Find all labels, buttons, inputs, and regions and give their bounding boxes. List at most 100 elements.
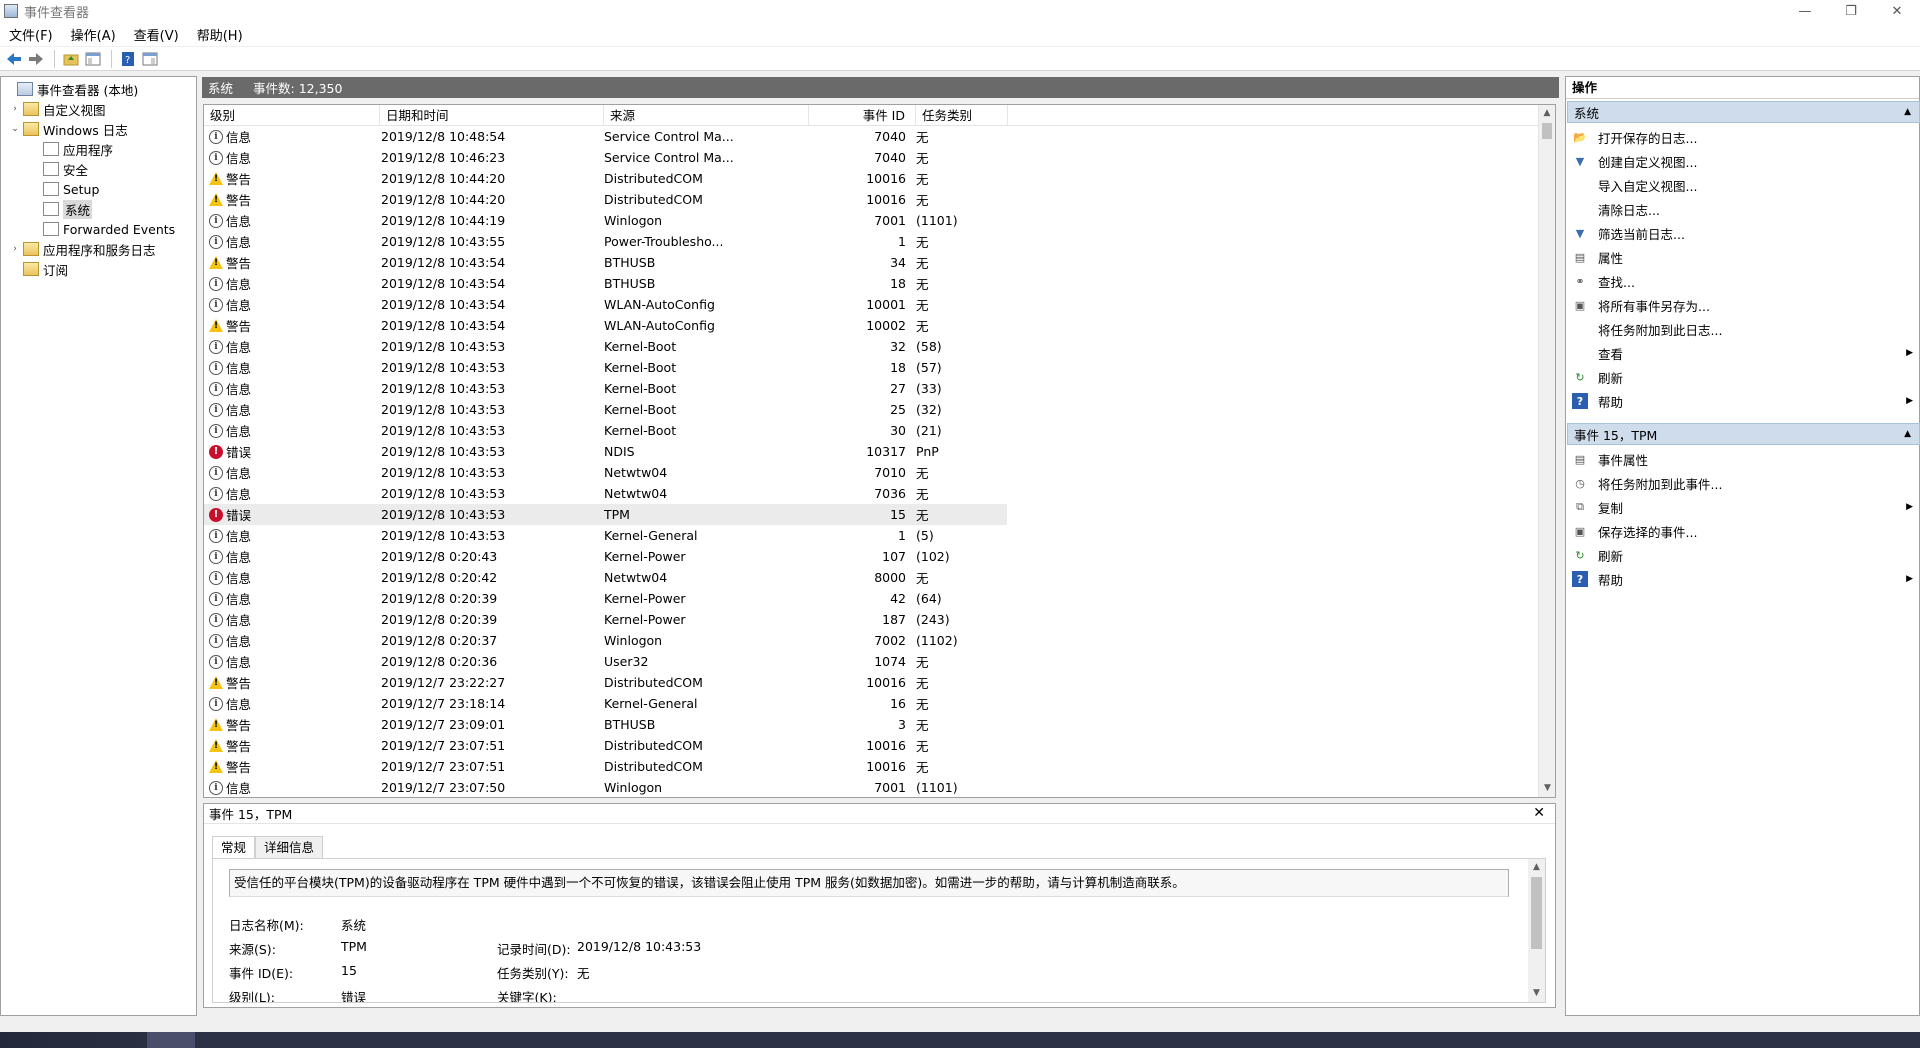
table-row[interactable]: i 信息 2019/12/8 10:43:53 Kernel-Boot 18 (57) [204,357,1540,378]
tree-item-application[interactable]: 应用程序 [29,139,113,159]
help-button[interactable]: ? [118,49,138,69]
column-header-level[interactable]: 级别 [204,105,380,126]
tree-item-setup[interactable]: Setup [29,179,99,199]
table-row[interactable]: i 信息 2019/12/8 10:43:54 BTHUSB 18 无 [204,273,1540,294]
column-header-task-category[interactable]: 任务类别 [916,105,1008,126]
table-row[interactable]: i 信息 2019/12/8 10:44:19 Winlogon 7001 (1101) [204,210,1540,231]
show-hide-tree-button[interactable] [83,49,103,69]
action-item[interactable]: ↻ 刷新 [1566,543,1919,567]
restore-button[interactable]: ❐ [1828,0,1874,22]
table-row[interactable]: i 信息 2019/12/8 10:43:53 Kernel-Boot 25 (32) [204,399,1540,420]
tree-item-subscriptions[interactable]: 订阅 [9,259,68,279]
show-action-pane-button[interactable] [140,49,160,69]
action-item[interactable]: ↻ 刷新 [1566,365,1919,389]
table-row[interactable]: ! 警告 2019/12/7 23:22:27 DistributedCOM 10016… [204,672,1540,693]
tree-item-app-service-logs[interactable]: › 应用程序和服务日志 [9,239,156,259]
table-row[interactable]: ! 错误 2019/12/8 10:43:53 NDIS 10317 PnP [204,441,1540,462]
menu-action[interactable]: 操作(A) [62,25,125,44]
expand-chevron-icon[interactable]: › [9,104,21,114]
column-header-source[interactable]: 来源 [604,105,809,126]
action-item[interactable]: ▣ 将所有事件另存为... [1566,293,1919,317]
taskbar-active-app[interactable] [147,1032,195,1048]
table-row[interactable]: i 信息 2019/12/8 10:43:53 Kernel-Boot 27 (33) [204,378,1540,399]
scroll-up-arrow-icon[interactable]: ▲ [1528,859,1545,876]
close-button[interactable]: ✕ [1874,0,1920,22]
back-button[interactable] [4,49,24,69]
table-row[interactable]: i 信息 2019/12/8 10:43:53 Netwtw04 7010 无 [204,462,1540,483]
table-row[interactable]: i 信息 2019/12/8 10:46:23 Service Control Ma.… [204,147,1540,168]
scroll-up-arrow-icon[interactable]: ▲ [1539,105,1555,122]
menu-file[interactable]: 文件(F) [0,25,62,44]
action-item[interactable]: 📂 打开保存的日志... [1566,125,1919,149]
column-header-date[interactable]: 日期和时间 [380,105,604,126]
actions-section-event[interactable]: 事件 15，TPM ▲ [1567,423,1920,445]
actions-section-system[interactable]: 系统 ▲ [1567,101,1920,123]
action-item[interactable]: ⧉ 复制 ▶ [1566,495,1919,519]
table-row[interactable]: ! 警告 2019/12/7 23:07:51 DistributedCOM 10016… [204,756,1540,777]
scroll-down-arrow-icon[interactable]: ▼ [1528,985,1545,1002]
tab-general[interactable]: 常规 [212,836,256,858]
action-item[interactable]: ▼ 筛选当前日志... [1566,221,1919,245]
tree-item-forwarded-events[interactable]: Forwarded Events [29,219,175,239]
action-label: 导入自定义视图... [1598,178,1698,194]
forward-button[interactable] [26,49,46,69]
table-row[interactable]: ! 警告 2019/12/8 10:44:20 DistributedCOM 10016… [204,168,1540,189]
tab-details[interactable]: 详细信息 [255,836,324,858]
collapse-caret-icon[interactable]: ▲ [1904,429,1911,439]
expand-chevron-icon[interactable]: › [9,244,21,254]
table-row[interactable]: i 信息 2019/12/8 10:43:53 Kernel-Boot 30 (21) [204,420,1540,441]
action-item[interactable]: 将任务附加到此日志... [1566,317,1919,341]
action-item[interactable]: 查看 ▶ [1566,341,1919,365]
action-item[interactable]: ▤ 事件属性 [1566,447,1919,471]
table-row[interactable]: i 信息 2019/12/8 10:43:54 WLAN-AutoConfig 1000… [204,294,1540,315]
table-row[interactable]: ! 警告 2019/12/8 10:43:54 WLAN-AutoConfig 1000… [204,315,1540,336]
table-row[interactable]: i 信息 2019/12/8 0:20:43 Kernel-Power 107 (102) [204,546,1540,567]
table-row[interactable]: i 信息 2019/12/8 10:43:53 Netwtw04 7036 无 [204,483,1540,504]
tree-item-windows-logs[interactable]: ⌄ Windows 日志 [9,119,128,139]
table-row[interactable]: ! 警告 2019/12/8 10:44:20 DistributedCOM 10016… [204,189,1540,210]
action-item[interactable]: ⚭ 查找... [1566,269,1919,293]
table-row[interactable]: i 信息 2019/12/7 23:18:14 Kernel-General 16 无 [204,693,1540,714]
scrollbar-thumb[interactable] [1542,123,1552,139]
action-item[interactable]: ▣ 保存选择的事件... [1566,519,1919,543]
table-row[interactable]: i 信息 2019/12/7 23:07:50 Winlogon 7001 (1101) [204,777,1540,797]
table-row[interactable]: i 信息 2019/12/8 0:20:39 Kernel-Power 187 (243) [204,609,1540,630]
table-row[interactable]: i 信息 2019/12/8 0:20:37 Winlogon 7002 (1102) [204,630,1540,651]
table-row[interactable]: i 信息 2019/12/8 10:48:54 Service Control Ma.… [204,126,1540,147]
tree-item-security[interactable]: 安全 [29,159,88,179]
action-item[interactable]: ? 帮助 ▶ [1566,567,1919,591]
action-item[interactable]: ▤ 属性 [1566,245,1919,269]
action-item[interactable]: ? 帮助 ▶ [1566,389,1919,413]
action-item[interactable]: 导入自定义视图... [1566,173,1919,197]
table-row[interactable]: ! 错误 2019/12/8 10:43:53 TPM 15 无 [204,504,1007,525]
table-row[interactable]: i 信息 2019/12/8 0:20:42 Netwtw04 8000 无 [204,567,1540,588]
table-row[interactable]: i 信息 2019/12/8 10:43:55 Power-Troublesho...… [204,231,1540,252]
up-folder-button[interactable] [61,49,81,69]
action-item[interactable]: ◷ 将任务附加到此事件... [1566,471,1919,495]
tree-item-system[interactable]: 系统 [29,199,93,219]
event-description[interactable]: 受信任的平台模块(TPM)的设备驱动程序在 TPM 硬件中遇到一个不可恢复的错误… [229,869,1509,897]
action-item[interactable]: ▼ 创建自定义视图... [1566,149,1919,173]
table-row[interactable]: ! 警告 2019/12/8 10:43:54 BTHUSB 34 无 [204,252,1540,273]
collapse-chevron-icon[interactable]: ⌄ [9,124,21,134]
event-list-scrollbar[interactable]: ▲ ▼ [1538,105,1555,797]
action-item[interactable]: 清除日志... [1566,197,1919,221]
collapse-caret-icon[interactable]: ▲ [1904,107,1911,117]
scroll-down-arrow-icon[interactable]: ▼ [1539,780,1555,797]
detail-scrollbar[interactable]: ▲ ▼ [1528,859,1545,1002]
menu-help[interactable]: 帮助(H) [188,25,252,44]
table-row[interactable]: i 信息 2019/12/8 10:43:53 Kernel-General 1 (5) [204,525,1540,546]
table-row[interactable]: i 信息 2019/12/8 10:43:53 Kernel-Boot 32 (58) [204,336,1540,357]
close-icon[interactable]: ✕ [1533,805,1545,821]
table-row[interactable]: i 信息 2019/12/8 0:20:39 Kernel-Power 42 (64) [204,588,1540,609]
column-header-event-id[interactable]: 事件 ID [809,105,916,126]
table-row[interactable]: i 信息 2019/12/8 0:20:36 User32 1074 无 [204,651,1540,672]
tree-item-custom-views[interactable]: › 自定义视图 [9,99,106,119]
tree-item-event-viewer-local[interactable]: 事件查看器 (本地) [3,79,138,99]
table-row[interactable]: ! 警告 2019/12/7 23:07:51 DistributedCOM 10016… [204,735,1540,756]
table-row[interactable]: ! 警告 2019/12/7 23:09:01 BTHUSB 3 无 [204,714,1540,735]
level-text: 信息 [226,571,252,586]
scrollbar-thumb[interactable] [1531,877,1542,949]
minimize-button[interactable]: — [1782,0,1828,22]
menu-view[interactable]: 查看(V) [125,25,188,44]
